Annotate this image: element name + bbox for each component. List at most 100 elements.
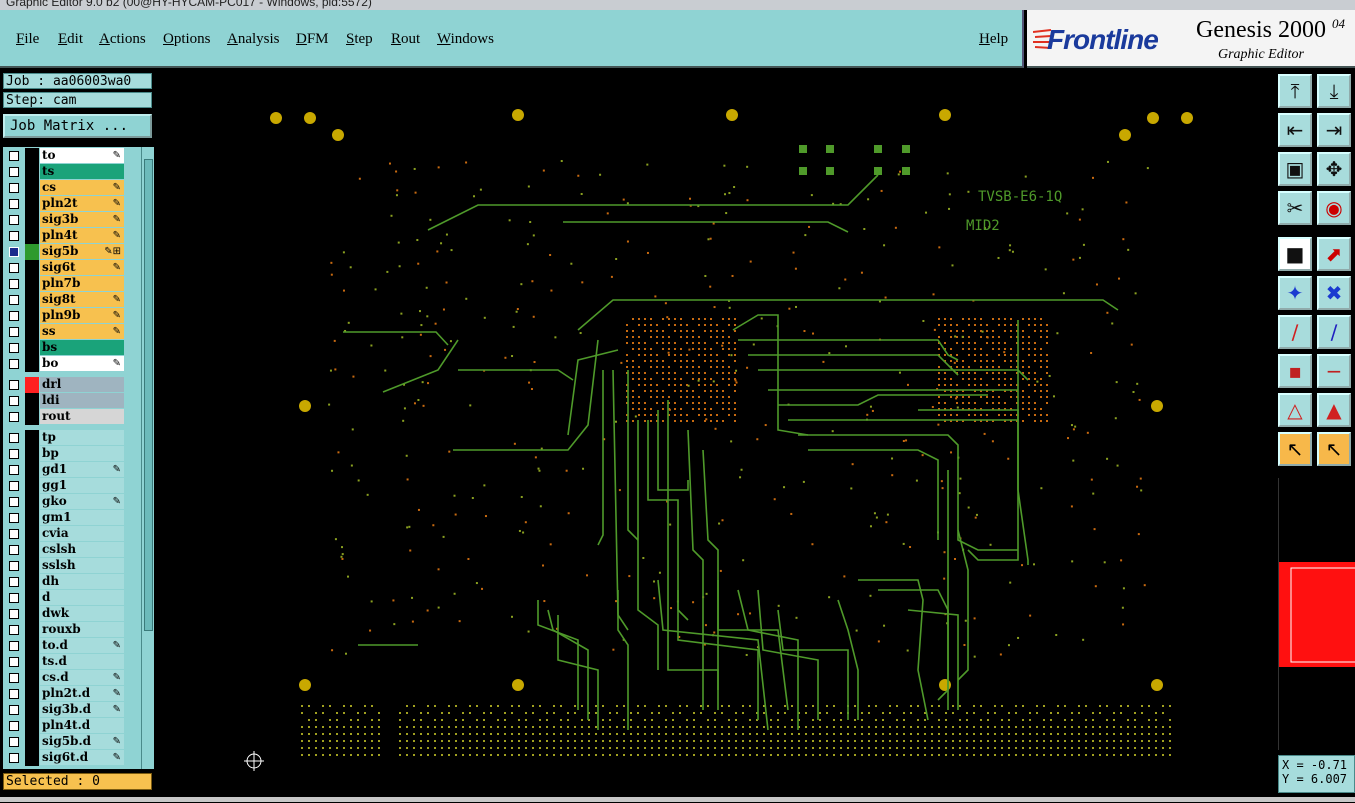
layer-name[interactable]: pln2t ✎: [40, 196, 124, 211]
layer-row-rout[interactable]: rout: [3, 409, 127, 425]
layer-checkbox[interactable]: [9, 412, 19, 422]
select-mode-button[interactable]: ■: [1278, 237, 1312, 271]
layer-checkbox[interactable]: [9, 481, 19, 491]
layer-checkbox[interactable]: [9, 545, 19, 555]
layer-checkbox[interactable]: [9, 380, 19, 390]
layer-name[interactable]: bp: [40, 446, 124, 461]
layer-checkbox[interactable]: [9, 561, 19, 571]
layer-name[interactable]: gm1: [40, 510, 124, 525]
layer-name[interactable]: pln2t.d ✎: [40, 686, 124, 701]
layer-checkbox[interactable]: [9, 529, 19, 539]
layer-checkbox[interactable]: [9, 199, 19, 209]
layer-checkbox[interactable]: [9, 167, 19, 177]
layer-name[interactable]: sig6t.d ✎: [40, 750, 124, 765]
layer-row-tp[interactable]: tp: [3, 430, 127, 446]
layer-checkbox[interactable]: [9, 673, 19, 683]
layer-name[interactable]: tp: [40, 430, 124, 445]
layer-row-cslsh[interactable]: cslsh: [3, 542, 127, 558]
pan-left-button[interactable]: ⇤: [1278, 113, 1312, 147]
layer-checkbox[interactable]: [9, 513, 19, 523]
layer-row-ldi[interactable]: ldi: [3, 393, 127, 409]
layer-name[interactable]: pln9b ✎: [40, 308, 124, 323]
layer-checkbox[interactable]: [9, 215, 19, 225]
menu-actions[interactable]: Actions: [99, 31, 146, 48]
layer-name[interactable]: dh: [40, 574, 124, 589]
layer-name[interactable]: cslsh: [40, 542, 124, 557]
layer-row-bp[interactable]: bp: [3, 446, 127, 462]
layer-name[interactable]: sig3b ✎: [40, 212, 124, 227]
layer-checkbox[interactable]: [9, 263, 19, 273]
line-button[interactable]: ∕: [1278, 315, 1312, 349]
menu-file[interactable]: File: [16, 31, 39, 48]
layer-name[interactable]: sig8t ✎: [40, 292, 124, 307]
layer-name[interactable]: sig5b.d ✎: [40, 734, 124, 749]
layer-checkbox[interactable]: [9, 311, 19, 321]
measure-button[interactable]: ✂: [1278, 191, 1312, 225]
menu-edit[interactable]: Edit: [58, 31, 83, 48]
layer-checkbox[interactable]: [9, 657, 19, 667]
layer-row-dh[interactable]: dh: [3, 574, 127, 590]
layer-checkbox[interactable]: [9, 396, 19, 406]
menu-dfm[interactable]: DFM: [296, 31, 329, 48]
layer-name[interactable]: dwk: [40, 606, 124, 621]
connect-button[interactable]: ✦: [1278, 276, 1312, 310]
layer-name[interactable]: bs: [40, 340, 124, 355]
menu-rout[interactable]: Rout: [391, 31, 420, 48]
layer-name[interactable]: ts: [40, 164, 124, 179]
layer-name[interactable]: ss ✎: [40, 324, 124, 339]
zoom-area-button[interactable]: ✥: [1317, 152, 1351, 186]
delete-button[interactable]: ✖: [1317, 276, 1351, 310]
layer-checkbox[interactable]: [9, 609, 19, 619]
layer-checkbox[interactable]: [9, 689, 19, 699]
layer-row-gg1[interactable]: gg1: [3, 478, 127, 494]
layer-checkbox[interactable]: [9, 593, 19, 603]
layer-name[interactable]: to.d ✎: [40, 638, 124, 653]
layer-row-gd1[interactable]: gd1 ✎: [3, 462, 127, 478]
layer-row-sig8t[interactable]: sig8t ✎: [3, 292, 127, 308]
pointer-button[interactable]: ↖: [1278, 432, 1312, 466]
pan-right-button[interactable]: ⇥: [1317, 113, 1351, 147]
layer-checkbox[interactable]: [9, 641, 19, 651]
layer-row-ts-d[interactable]: ts.d: [3, 654, 127, 670]
layer-name[interactable]: cvia: [40, 526, 124, 541]
layer-checkbox[interactable]: [9, 295, 19, 305]
layer-name[interactable]: sig5b ✎⊞: [40, 244, 124, 259]
layer-checkbox[interactable]: [9, 359, 19, 369]
layer-checkbox[interactable]: [9, 577, 19, 587]
layer-checkbox[interactable]: [9, 279, 19, 289]
layer-checkbox[interactable]: [9, 753, 19, 763]
layer-name[interactable]: ldi: [40, 393, 124, 408]
job-matrix-button[interactable]: Job Matrix ...: [3, 114, 152, 138]
pointer-select-button[interactable]: ↖: [1317, 432, 1351, 466]
layer-checkbox[interactable]: [9, 465, 19, 475]
layer-checkbox[interactable]: [9, 247, 19, 257]
layer-name[interactable]: drl: [40, 377, 124, 392]
layer-row-ts[interactable]: ts: [3, 164, 127, 180]
layer-row-sig5b-d[interactable]: sig5b.d ✎: [3, 734, 127, 750]
layer-checkbox[interactable]: [9, 705, 19, 715]
layer-checkbox[interactable]: [9, 721, 19, 731]
layer-checkbox[interactable]: [9, 231, 19, 241]
layer-scrollbar-thumb[interactable]: [144, 159, 153, 631]
arc-button[interactable]: ∕: [1317, 315, 1351, 349]
layer-row-sig6t-d[interactable]: sig6t.d ✎: [3, 750, 127, 766]
layer-name[interactable]: sig6t ✎: [40, 260, 124, 275]
menu-help[interactable]: Help: [979, 31, 1008, 48]
layer-row-gko[interactable]: gko ✎: [3, 494, 127, 510]
layer-name[interactable]: gko ✎: [40, 494, 124, 509]
layer-row-bs[interactable]: bs: [3, 340, 127, 356]
cross-button[interactable]: ▲: [1317, 393, 1351, 427]
layer-name[interactable]: gg1: [40, 478, 124, 493]
pad-button[interactable]: ▪: [1278, 354, 1312, 388]
edit-line-button[interactable]: −: [1317, 354, 1351, 388]
layer-row-cvia[interactable]: cvia: [3, 526, 127, 542]
layer-checkbox[interactable]: [9, 497, 19, 507]
layer-row-pln2t[interactable]: pln2t ✎: [3, 196, 127, 212]
layer-row-d[interactable]: d: [3, 590, 127, 606]
layer-row-gm1[interactable]: gm1: [3, 510, 127, 526]
layer-row-to-d[interactable]: to.d ✎: [3, 638, 127, 654]
layer-row-drl[interactable]: drl: [3, 377, 127, 393]
layer-checkbox[interactable]: [9, 737, 19, 747]
layer-row-sig3b-d[interactable]: sig3b.d ✎: [3, 702, 127, 718]
layer-row-sig6t[interactable]: sig6t ✎: [3, 260, 127, 276]
